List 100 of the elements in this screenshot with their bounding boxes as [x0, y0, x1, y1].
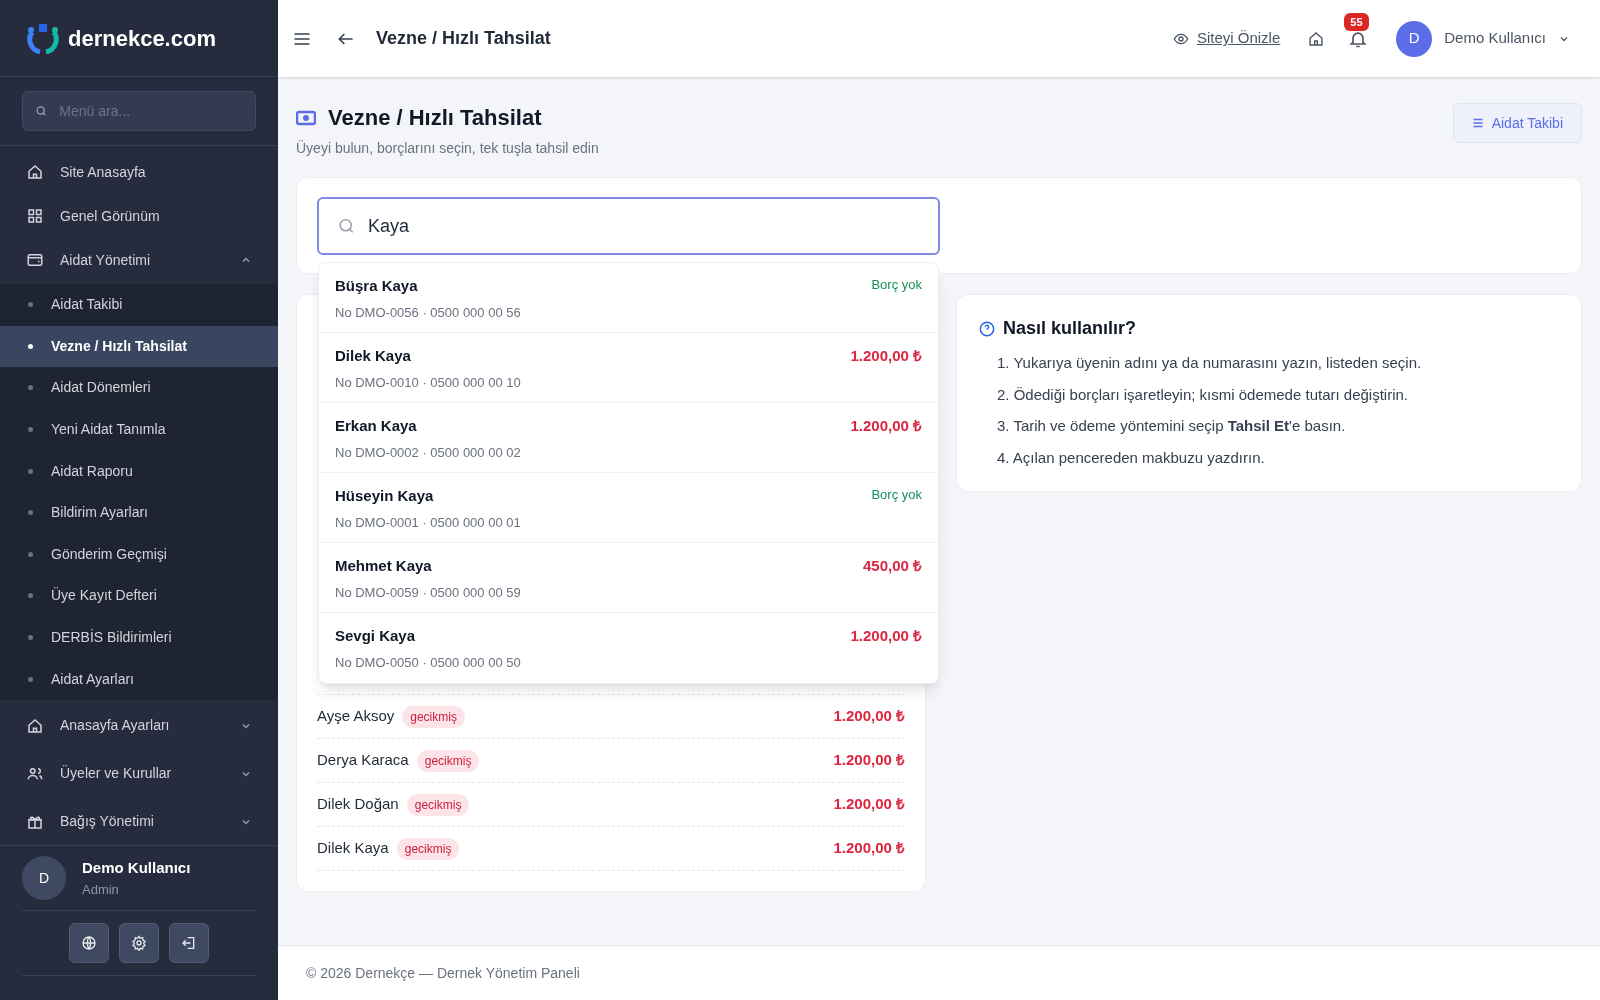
member-details: No DMO-0001 · 0500 000 00 01: [335, 513, 521, 532]
member-name: Mehmet Kaya: [335, 556, 433, 576]
member-name: Hüseyin Kaya: [335, 486, 435, 506]
sidebar-item[interactable]: Üyeler ve Kurullar: [0, 751, 278, 796]
submenu-item[interactable]: Aidat Takibi: [0, 284, 278, 326]
member-name: Dilek Kaya: [317, 838, 389, 859]
globe-button[interactable]: [69, 923, 109, 963]
search-result-item[interactable]: Hüseyin Kaya No DMO-0001 · 0500 000 00 01 Borç yok: [319, 473, 938, 543]
member-name: Derya Karaca: [317, 750, 409, 771]
settings-icon: [131, 935, 147, 951]
member-name: Erkan Kaya: [335, 416, 418, 436]
status-badge: gecikmiş: [402, 705, 465, 728]
debt-amount: 1.200,00 ₺: [850, 346, 922, 366]
member-details: No DMO-0010 · 0500 000 00 10: [335, 373, 521, 392]
bullet-icon: [28, 676, 33, 682]
search-icon: [337, 216, 356, 236]
member-details: No DMO-0002 · 0500 000 00 02: [335, 443, 521, 462]
debt-amount: 1.200,00 ₺: [850, 626, 922, 646]
search-result-item[interactable]: Sevgi Kaya No DMO-0050 · 0500 000 00 50 1.200,00 ₺: [319, 613, 938, 683]
grid-icon: [26, 207, 44, 225]
sidebar-item[interactable]: Aidat Yönetimi: [0, 238, 278, 282]
home-icon: [26, 716, 44, 735]
question-icon: [979, 320, 995, 337]
list-icon: [1471, 117, 1484, 129]
user-avatar: D: [1396, 20, 1433, 57]
submenu-item[interactable]: Aidat Dönemleri: [0, 367, 278, 409]
menu-search-input[interactable]: Menü ara...: [59, 101, 243, 121]
member-name: Dilek Doğan: [317, 794, 399, 815]
bullet-icon: [28, 468, 33, 474]
home-icon: [26, 163, 44, 181]
debt-amount: 1.200,00 ₺: [833, 706, 905, 727]
globe-icon: [81, 935, 97, 951]
page-subtitle: Üyeyi bulun, borçlarını seçin, tek tuşla tahsil edin: [296, 139, 599, 158]
search-result-item[interactable]: Erkan Kaya No DMO-0002 · 0500 000 00 02 1.200,00 ₺: [319, 403, 938, 473]
bullet-icon: [28, 635, 33, 641]
user-avatar: D: [22, 856, 66, 900]
submenu-item[interactable]: Gönderim Geçmişi: [0, 533, 278, 576]
sidebar-item[interactable]: Anasayfa Ayarları: [0, 703, 278, 748]
footer-text: © 2026 Dernekçe — Dernek Yönetim Paneli: [306, 963, 580, 983]
debt-amount: 450,00 ₺: [862, 556, 922, 576]
status-badge: gecikmiş: [396, 837, 460, 860]
debt-amount: Borç yok: [871, 276, 922, 294]
user-role: Admin: [82, 880, 120, 899]
page-title: Vezne / Hızlı Tahsilat: [376, 27, 551, 50]
cash-icon: [296, 109, 316, 126]
debt-amount: 1.200,00 ₺: [833, 750, 905, 771]
member-search-field[interactable]: Kaya: [317, 197, 940, 255]
help-step: 3. Tarih ve ödeme yöntemini seçip Tahsil Et'e basın.: [997, 415, 1559, 438]
sidebar-item[interactable]: Bağış Yönetimi: [0, 799, 278, 844]
search-result-item[interactable]: Büşra Kaya No DMO-0056 · 0500 000 00 56 Borç yok: [319, 263, 938, 333]
bullet-icon: [28, 593, 33, 599]
submenu-item[interactable]: Vezne / Hızlı Tahsilat: [0, 325, 278, 368]
status-badge: gecikmiş: [416, 749, 480, 772]
debt-amount: 1.200,00 ₺: [833, 838, 905, 859]
submenu-item[interactable]: Üye Kayıt Defteri: [0, 575, 278, 617]
bullet-icon: [28, 510, 33, 516]
member-name: Sevgi Kaya: [335, 626, 417, 646]
logout-icon: [181, 935, 197, 951]
search-result-item[interactable]: Mehmet Kaya No DMO-0059 · 0500 000 00 59 450,00 ₺: [319, 543, 938, 613]
user-menu[interactable]: D Demo Kullanıcı: [1396, 20, 1570, 57]
submenu-item[interactable]: Aidat Raporu: [0, 450, 278, 492]
page-heading: Vezne / Hızlı Tahsilat: [328, 104, 542, 132]
search-result-item[interactable]: Dilek Kaya No DMO-0010 · 0500 000 00 10 1.200,00 ₺: [319, 333, 938, 403]
help-title: Nasıl kullanılır?: [1003, 317, 1137, 340]
sidebar-item[interactable]: Site Anasayfa: [0, 150, 278, 194]
user-name: Demo Kullanıcı: [1444, 28, 1546, 49]
submenu-item[interactable]: Yeni Aidat Tanımla: [0, 408, 278, 451]
bullet-icon: [28, 343, 33, 349]
preview-link[interactable]: Siteyi Önizle: [1172, 27, 1281, 50]
member-name: Ayşe Aksoy: [317, 706, 395, 727]
logo-icon: [26, 22, 60, 54]
submenu-item[interactable]: Bildirim Ayarları: [0, 491, 278, 534]
submenu-item[interactable]: Aidat Ayarları: [0, 658, 278, 700]
user-name: Demo Kullanıcı: [82, 858, 191, 878]
member-name: Dilek Kaya: [335, 346, 412, 366]
help-step: 4. Açılan pencereden makbuzu yazdırın.: [997, 446, 1559, 469]
sidebar-item[interactable]: Genel Görünüm: [0, 194, 278, 238]
debt-amount: Borç yok: [871, 486, 922, 504]
submenu-item[interactable]: DERBİS Bildirimleri: [0, 616, 278, 659]
logout-button[interactable]: [169, 923, 209, 963]
bullet-icon: [28, 302, 33, 308]
bullet-icon: [28, 551, 33, 557]
member-name: Büşra Kaya: [335, 276, 419, 296]
bullet-icon: [28, 385, 33, 391]
menu-search-field[interactable]: Menü ara...: [22, 91, 256, 131]
status-badge: gecikmiş: [406, 793, 470, 816]
home-icon: [1308, 30, 1325, 47]
member-details: No DMO-0050 · 0500 000 00 50: [335, 653, 521, 672]
notification-count: 55: [1344, 12, 1369, 31]
wallet-icon: [26, 251, 44, 269]
member-details: No DMO-0056 · 0500 000 00 56: [335, 303, 521, 322]
debt-amount: 1.200,00 ₺: [833, 794, 905, 815]
member-details: No DMO-0059 · 0500 000 00 59: [335, 583, 521, 602]
brand-name: dernekce.com: [68, 24, 216, 53]
search-icon: [35, 104, 48, 118]
member-search-input[interactable]: Kaya: [367, 212, 920, 240]
debt-amount: 1.200,00 ₺: [850, 416, 922, 436]
dues-tracking-button[interactable]: Aidat Takibi: [1452, 103, 1582, 143]
help-step: 1. Yukarıya üyenin adını ya da numarasını yazın, listeden seçin.: [997, 352, 1559, 375]
settings-button[interactable]: [119, 923, 159, 963]
